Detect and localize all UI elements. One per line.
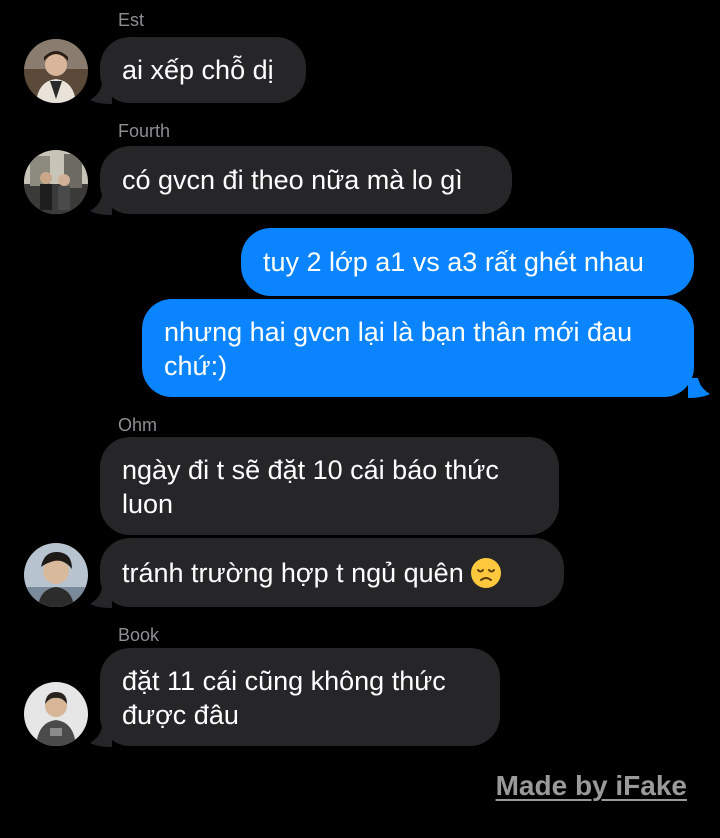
bubble-tail <box>90 84 112 104</box>
avatar-est[interactable] <box>24 39 88 103</box>
message-bubble[interactable]: ai xếp chỗ dị <box>100 37 306 103</box>
sender-name-book: Book <box>118 625 160 645</box>
message-text: nhưng hai gvcn lại là bạn thân mới đau c… <box>164 317 633 381</box>
sender-name-ohm: Ohm <box>118 415 158 435</box>
disappointed-face-icon <box>470 557 501 588</box>
message-bubble[interactable]: có gvcn đi theo nữa mà lo gì <box>100 146 512 214</box>
message-text: ai xếp chỗ dị <box>122 55 274 85</box>
message-text: tránh trường hợp t ngủ quên <box>122 557 464 588</box>
sender-name-est: Est <box>118 10 145 30</box>
avatar-ohm[interactable] <box>24 543 88 607</box>
bubble-tail <box>688 378 710 398</box>
bubble-tail <box>90 588 112 608</box>
message-text: có gvcn đi theo nữa mà lo gì <box>122 165 463 195</box>
bubble-tail <box>90 195 112 215</box>
message-bubble-outgoing[interactable]: nhưng hai gvcn lại là bạn thân mới đau c… <box>142 299 694 397</box>
message-bubble[interactable]: đặt 11 cái cũng không thức được đâu <box>100 648 500 746</box>
bubble-tail <box>90 727 112 747</box>
avatar-fourth[interactable] <box>24 150 88 214</box>
message-bubble-outgoing[interactable]: tuy 2 lớp a1 vs a3 rất ghét nhau <box>241 228 694 296</box>
message-text: đặt 11 cái cũng không thức được đâu <box>122 666 446 730</box>
sender-name-fourth: Fourth <box>118 121 171 141</box>
avatar-book[interactable] <box>24 682 88 746</box>
message-bubble[interactable]: tránh trường hợp t ngủ quên <box>100 538 564 607</box>
message-text: tuy 2 lớp a1 vs a3 rất ghét nhau <box>263 247 644 277</box>
watermark-label: Made by iFake <box>495 770 687 801</box>
message-bubble[interactable]: ngày đi t sẽ đặt 10 cái báo thức luon <box>100 437 559 535</box>
message-text: ngày đi t sẽ đặt 10 cái báo thức luon <box>122 455 499 519</box>
